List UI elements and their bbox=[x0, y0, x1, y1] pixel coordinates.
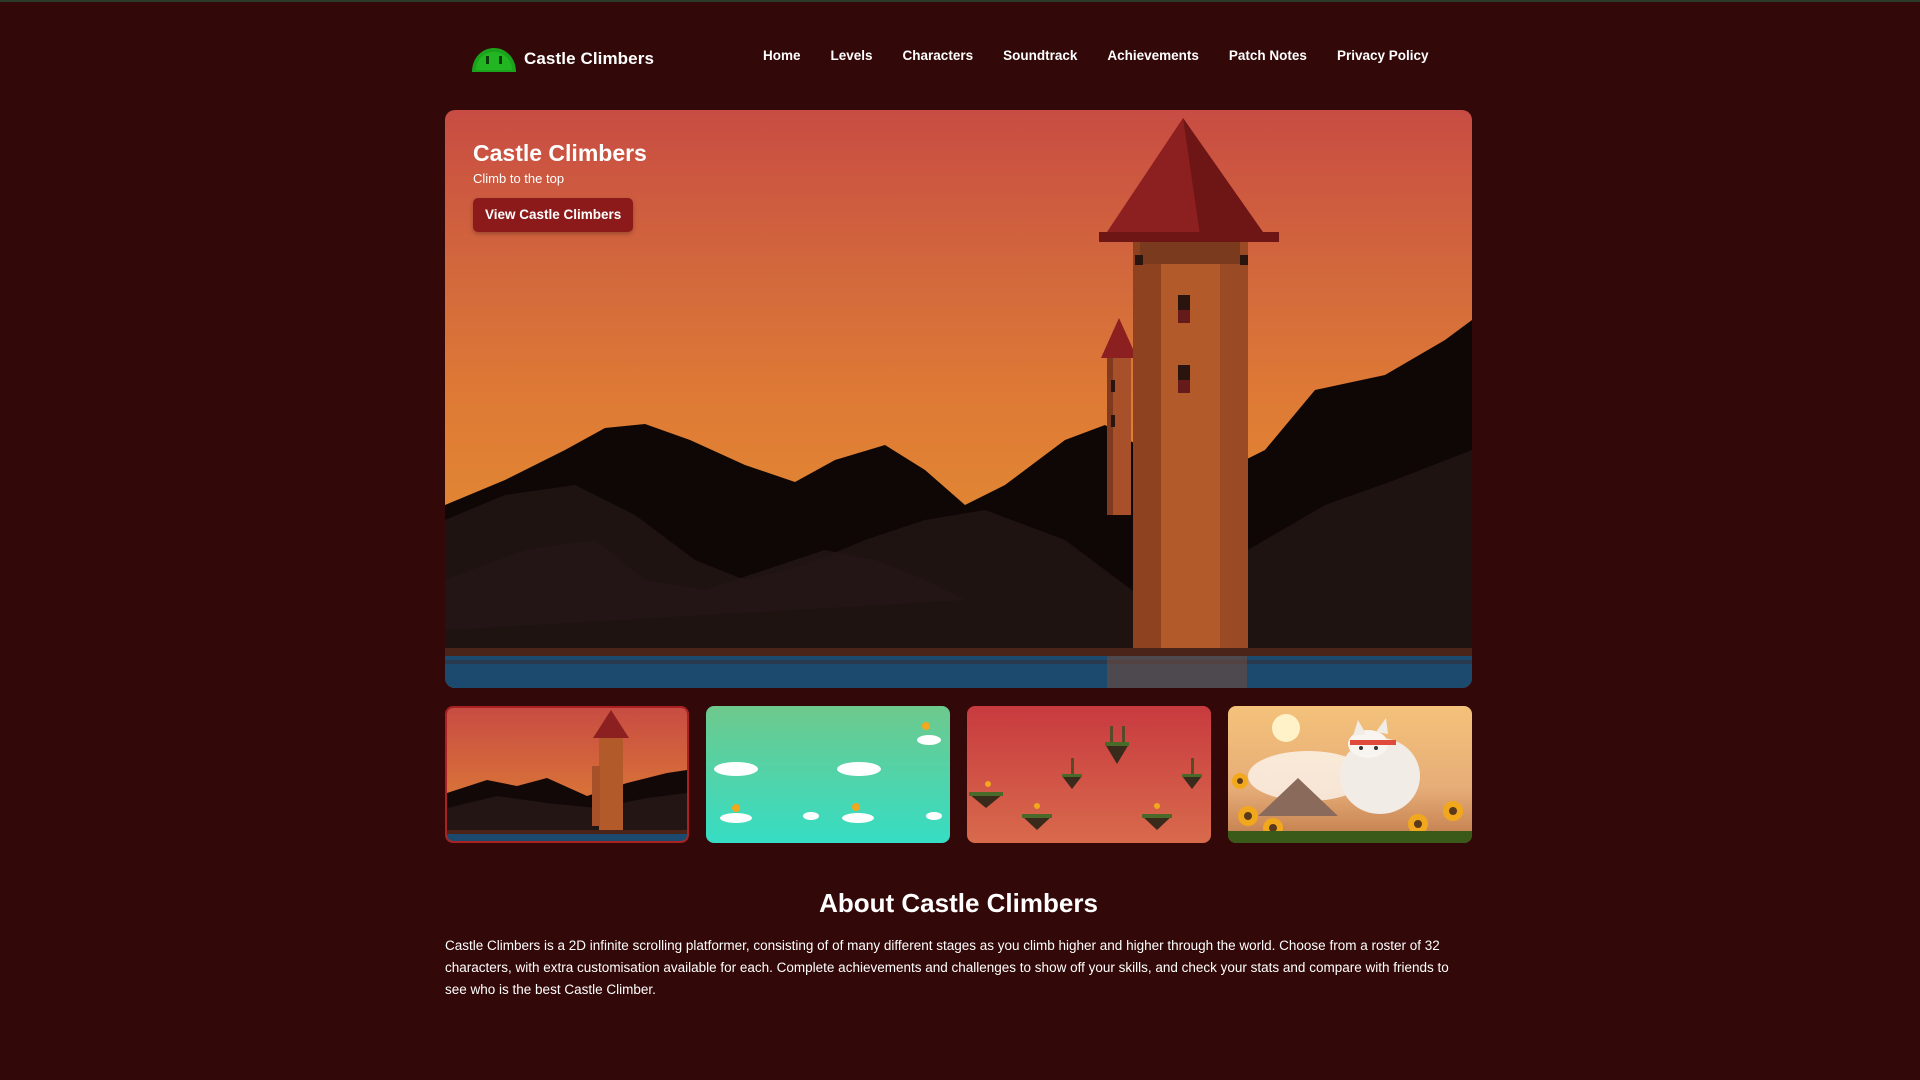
thumbnail-cat-character[interactable] bbox=[1228, 706, 1472, 843]
nav-home[interactable]: Home bbox=[763, 48, 801, 63]
nav-soundtrack[interactable]: Soundtrack bbox=[1003, 48, 1077, 63]
brand-name: Castle Climbers bbox=[524, 49, 654, 68]
thumbnail-castle-tower[interactable] bbox=[445, 706, 689, 843]
cat-character-thumbnail-image bbox=[1228, 706, 1472, 843]
castle-tower-thumbnail-image bbox=[447, 708, 687, 841]
hero-banner: Castle Climbers Climb to the top View Ca… bbox=[445, 110, 1472, 688]
floating-islands-thumbnail-image bbox=[967, 706, 1211, 843]
screenshot-gallery bbox=[445, 706, 1472, 843]
brand-logo-link[interactable]: Castle Climbers bbox=[470, 44, 654, 74]
nav-patch-notes[interactable]: Patch Notes bbox=[1229, 48, 1307, 63]
about-title: About Castle Climbers bbox=[819, 888, 1098, 918]
thumbnail-cloud-platforms[interactable] bbox=[706, 706, 950, 843]
site-header: Castle Climbers Home Levels Characters S… bbox=[470, 40, 1460, 74]
view-castle-climbers-button[interactable]: View Castle Climbers bbox=[473, 198, 634, 232]
thumbnail-floating-islands[interactable] bbox=[967, 706, 1211, 843]
hero-title: Castle Climbers bbox=[473, 140, 647, 166]
nav-achievements[interactable]: Achievements bbox=[1107, 48, 1199, 63]
hero-subtitle: Climb to the top bbox=[473, 171, 565, 186]
cloud-platforms-thumbnail-image bbox=[706, 706, 950, 843]
main-nav: Home Levels Characters Soundtrack Achiev… bbox=[763, 48, 1429, 63]
castle-tower-scene bbox=[445, 118, 1472, 688]
nav-characters[interactable]: Characters bbox=[903, 48, 974, 63]
nav-levels[interactable]: Levels bbox=[831, 48, 873, 63]
green-slime-icon bbox=[472, 48, 516, 72]
top-border bbox=[0, 0, 1920, 2]
about-description: Castle Climbers is a 2D infinite scrolli… bbox=[445, 938, 1449, 997]
nav-privacy-policy[interactable]: Privacy Policy bbox=[1337, 48, 1429, 63]
